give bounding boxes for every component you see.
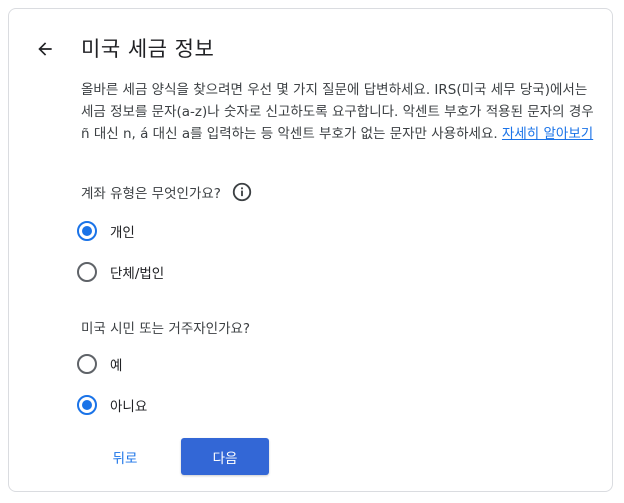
back-arrow-button[interactable] bbox=[31, 35, 59, 63]
back-button[interactable]: 뒤로 bbox=[95, 439, 155, 475]
radio-label-no: 아니요 bbox=[110, 399, 148, 415]
radio-button-checked[interactable] bbox=[77, 395, 97, 415]
radio-button-checked[interactable] bbox=[77, 221, 97, 241]
us-citizen-question: 미국 시민 또는 거주자인가요? bbox=[81, 321, 251, 337]
radio-individual[interactable]: 개인 bbox=[77, 219, 135, 243]
radio-label-entity: 단체/법인 bbox=[110, 266, 165, 282]
header: 미국 세금 정보 bbox=[9, 9, 612, 89]
page-title: 미국 세금 정보 bbox=[81, 37, 215, 61]
radio-label-yes: 예 bbox=[110, 358, 123, 374]
learn-more-link[interactable]: 자세히 알아보기 bbox=[502, 126, 593, 142]
radio-button[interactable] bbox=[77, 262, 97, 282]
account-type-label: 계좌 유형은 무엇인가요? bbox=[81, 186, 221, 202]
tax-info-card: 미국 세금 정보 올바른 세금 양식을 찾으려면 우선 몇 가지 질문에 답변하… bbox=[8, 8, 613, 492]
info-icon[interactable] bbox=[231, 181, 253, 203]
account-type-question: 계좌 유형은 무엇인가요? bbox=[81, 181, 253, 203]
next-button[interactable]: 다음 bbox=[181, 438, 269, 475]
radio-button[interactable] bbox=[77, 354, 97, 374]
radio-yes[interactable]: 예 bbox=[77, 352, 122, 376]
radio-no[interactable]: 아니요 bbox=[77, 393, 147, 417]
radio-entity[interactable]: 단체/법인 bbox=[77, 260, 164, 284]
intro-description: 올바른 세금 양식을 찾으려면 우선 몇 가지 질문에 답변하세요. IRS(미… bbox=[81, 79, 596, 145]
arrow-left-icon bbox=[38, 42, 52, 56]
radio-label-individual: 개인 bbox=[110, 225, 135, 241]
